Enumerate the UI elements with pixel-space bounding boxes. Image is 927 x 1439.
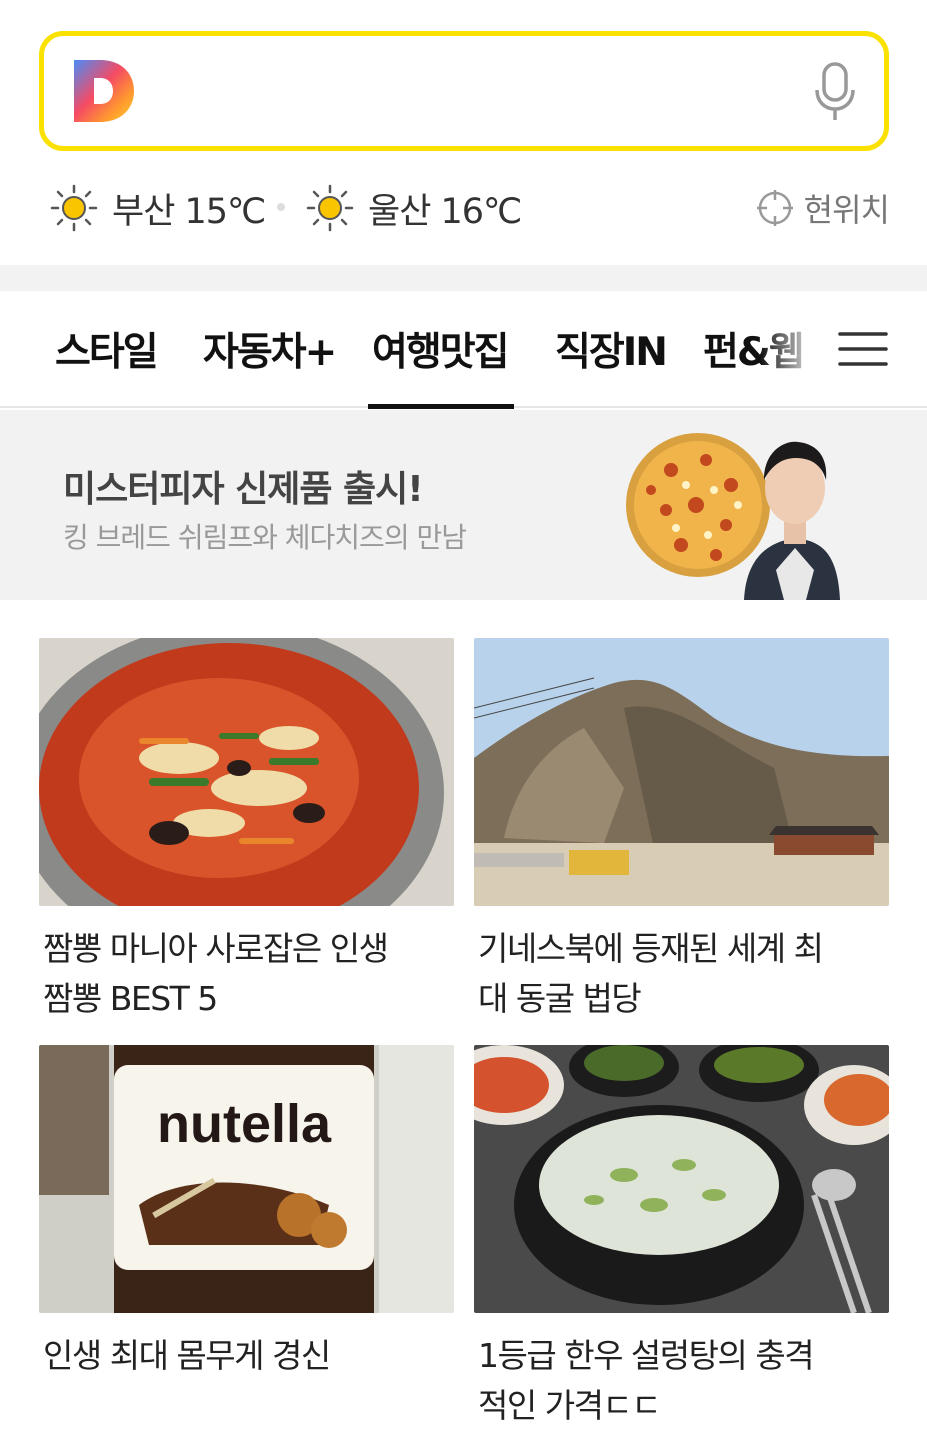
- nutella-jar-image: nutella: [39, 1045, 454, 1313]
- category-tabs: 스타일 자동차+ 여행맛집 직장IN 펀&웹: [0, 291, 927, 409]
- weather-item[interactable]: 울산 16℃: [306, 178, 522, 238]
- microphone-icon[interactable]: [812, 62, 858, 122]
- sun-icon: [50, 184, 98, 232]
- tab-travel-food[interactable]: 여행맛집: [368, 321, 514, 409]
- hamburger-menu-icon[interactable]: [838, 329, 888, 369]
- card-thumbnail: [474, 1045, 889, 1313]
- banner-subtitle: 킹 브레드 쉬림프와 체다치즈의 만남: [63, 521, 467, 554]
- mountain-temple-image: [474, 638, 889, 906]
- jar-brand-text: nutella: [157, 1094, 332, 1154]
- seolleongtang-image: [474, 1045, 889, 1313]
- weather-city-temp: 울산 16℃: [368, 191, 522, 232]
- card-title: 1등급 한우 설렁탕의 충격적인 가격ㄷㄷ: [478, 1336, 815, 1425]
- article-card[interactable]: nutella 인생 최대 몸무게 경신: [39, 1045, 454, 1435]
- card-title: 인생 최대 몸무게 경신: [43, 1336, 331, 1375]
- jjamppong-image: [39, 638, 454, 906]
- weather-item[interactable]: 부산 15℃: [50, 178, 266, 238]
- article-card[interactable]: 기네스북에 등재된 세계 최대 동굴 법당: [474, 638, 889, 1028]
- target-icon: [756, 190, 793, 226]
- daum-logo-icon: [74, 60, 134, 122]
- article-card[interactable]: 짬뽕 마니아 사로잡은 인생 짬뽕 BEST 5: [39, 638, 454, 1028]
- sun-icon: [306, 184, 354, 232]
- ad-banner[interactable]: 미스터피자 신제품 출시! 킹 브레드 쉬림프와 체다치즈의 만남: [0, 410, 927, 600]
- current-location-label: 현위치: [803, 191, 890, 229]
- card-thumbnail: [39, 638, 454, 906]
- banner-title: 미스터피자 신제품 출시!: [63, 469, 424, 510]
- pizza-model-image: [626, 433, 840, 600]
- weather-city-temp: 부산 15℃: [112, 191, 266, 232]
- search-bar[interactable]: [39, 31, 889, 151]
- section-divider: [0, 265, 927, 291]
- card-title: 기네스북에 등재된 세계 최대 동굴 법당: [478, 929, 824, 1018]
- separator-dot: [277, 203, 285, 211]
- current-location-button[interactable]: 현위치: [756, 178, 890, 238]
- tab-style[interactable]: 스타일: [55, 321, 159, 377]
- card-thumbnail: [474, 638, 889, 906]
- tab-scroll-fade: [760, 311, 820, 391]
- card-title: 짬뽕 마니아 사로잡은 인생 짬뽕 BEST 5: [43, 929, 389, 1018]
- weather-bar: 부산 15℃ 울산 16℃ 현위치: [0, 178, 927, 238]
- article-card[interactable]: 1등급 한우 설렁탕의 충격적인 가격ㄷㄷ: [474, 1045, 889, 1435]
- tab-work[interactable]: 직장IN: [555, 321, 668, 377]
- card-thumbnail: nutella: [39, 1045, 454, 1313]
- tab-car[interactable]: 자동차+: [203, 321, 337, 377]
